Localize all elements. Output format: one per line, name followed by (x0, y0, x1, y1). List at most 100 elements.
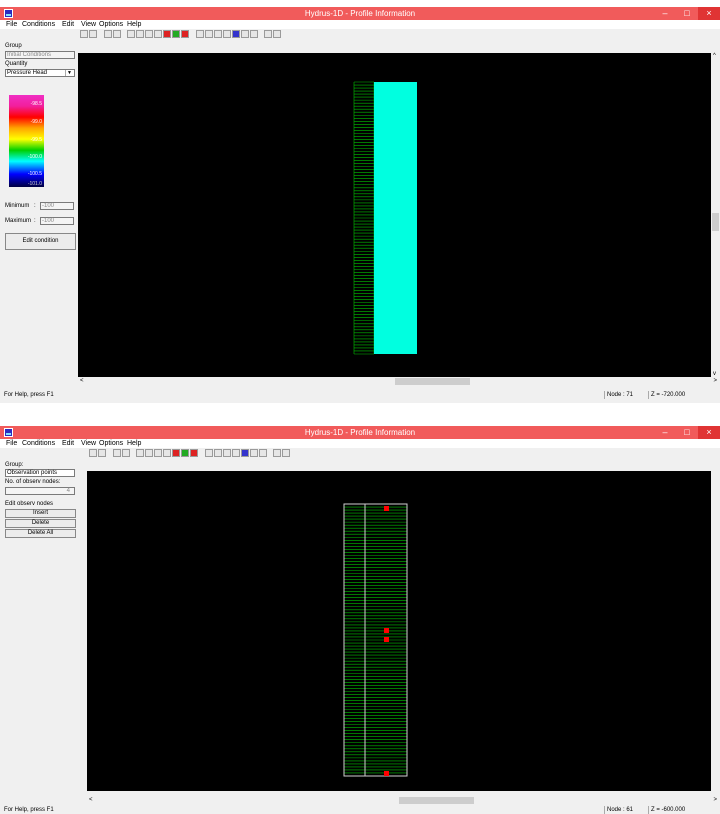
pencil-icon[interactable] (250, 449, 258, 457)
minimum-field[interactable]: -100 (40, 202, 74, 210)
vertical-scrollbar[interactable]: ^ v (711, 53, 720, 377)
mesh-grid (353, 81, 375, 355)
material-icon[interactable] (136, 30, 144, 38)
table-icon[interactable] (113, 30, 121, 38)
scroll-left-icon[interactable]: < (80, 377, 84, 386)
group-field[interactable]: Observation points (5, 469, 75, 477)
group-field[interactable]: Initial Conditions (5, 51, 75, 59)
profile-canvas[interactable] (87, 471, 711, 791)
minimize-button[interactable]: – (654, 426, 676, 439)
menu-edit[interactable]: Edit (62, 439, 74, 448)
menu-file[interactable]: File (6, 439, 17, 448)
scroll-right-icon[interactable]: > (713, 796, 717, 805)
hscroll-thumb[interactable] (399, 797, 474, 804)
grid-icon[interactable] (104, 30, 112, 38)
vscroll-thumb[interactable] (712, 213, 719, 231)
status-bar: For Help, press F1 Node : 61 Z = -600.00… (0, 806, 720, 814)
save-icon[interactable] (89, 30, 97, 38)
status-help: For Help, press F1 (4, 807, 54, 813)
horizontal-scrollbar[interactable]: < > (87, 796, 720, 805)
whats-this-icon[interactable] (273, 30, 281, 38)
zoom-in-icon[interactable] (223, 449, 231, 457)
hint-icon[interactable] (264, 30, 272, 38)
observ-count-label: No. of observ nodes: (5, 479, 61, 485)
insert-button[interactable]: Insert (5, 509, 76, 518)
print-icon[interactable] (89, 449, 97, 457)
profile-icon[interactable] (136, 449, 144, 457)
menu-options[interactable]: Options (99, 439, 123, 448)
menu-options[interactable]: Options (99, 20, 123, 29)
observation-point[interactable] (384, 506, 389, 511)
scale-icon[interactable] (163, 449, 171, 457)
fit-icon[interactable] (196, 30, 204, 38)
chevron-down-icon[interactable]: ▼ (65, 70, 73, 76)
menu-conditions[interactable]: Conditions (22, 439, 55, 448)
maximize-button[interactable]: □ (676, 426, 698, 439)
observation-icon[interactable] (172, 30, 180, 38)
observation-point[interactable] (384, 628, 389, 633)
maximize-button[interactable]: □ (676, 7, 698, 20)
zoom-out-icon[interactable] (232, 449, 240, 457)
scroll-right-icon[interactable]: > (713, 377, 717, 386)
observation-icon[interactable] (181, 449, 189, 457)
zoom-all-icon[interactable] (241, 449, 249, 457)
scroll-left-icon[interactable]: < (89, 796, 93, 805)
whats-this-icon[interactable] (282, 449, 290, 457)
edit-condition-button[interactable]: Edit condition (5, 233, 76, 250)
pressure-icon[interactable] (163, 30, 171, 38)
menu-edit[interactable]: Edit (62, 20, 74, 29)
zoom-all-icon[interactable] (232, 30, 240, 38)
window-icon[interactable] (250, 30, 258, 38)
zoom-out-icon[interactable] (223, 30, 231, 38)
profile-icon[interactable] (127, 30, 135, 38)
zoom-in-icon[interactable] (214, 30, 222, 38)
root-icon[interactable] (145, 30, 153, 38)
hscroll-thumb[interactable] (395, 378, 470, 385)
pencil-icon[interactable] (241, 30, 249, 38)
menu-view[interactable]: View (81, 439, 96, 448)
save-icon[interactable] (98, 449, 106, 457)
pressure-icon[interactable] (172, 449, 180, 457)
menu-help[interactable]: Help (127, 20, 141, 29)
horizontal-scrollbar[interactable]: < > (78, 377, 720, 386)
status-z: Z = -600.000 (648, 806, 718, 814)
grid-icon[interactable] (113, 449, 121, 457)
fit-icon[interactable] (205, 449, 213, 457)
observ-count-field[interactable]: 4 (5, 487, 75, 495)
close-button[interactable]: × (698, 7, 720, 20)
root-icon[interactable] (154, 449, 162, 457)
scale-icon[interactable] (154, 30, 162, 38)
vertical-scrollbar[interactable] (711, 471, 720, 791)
title-bar: Hydrus-1D - Profile Information – □ × (0, 426, 720, 439)
delete-all-button[interactable]: Delete All (5, 529, 76, 538)
grid-points-icon[interactable] (205, 30, 213, 38)
edit-observ-label: Edit observ nodes (5, 501, 54, 507)
delete-button[interactable]: Delete (5, 519, 76, 528)
observation-point[interactable] (384, 637, 389, 642)
maximum-field[interactable]: -100 (40, 217, 74, 225)
title-bar: Hydrus-1D - Profile Information – □ × (0, 7, 720, 20)
material-icon[interactable] (145, 449, 153, 457)
boundary-icon[interactable] (190, 449, 198, 457)
close-button[interactable]: × (698, 426, 720, 439)
menu-help[interactable]: Help (127, 439, 141, 448)
quantity-select[interactable]: Pressure Head ▼ (5, 69, 75, 77)
profile-column[interactable] (374, 82, 417, 354)
menu-view[interactable]: View (81, 20, 96, 29)
maximum-sep: : (34, 218, 36, 224)
observation-point[interactable] (384, 771, 389, 776)
legend-value: -100.5 (27, 171, 42, 177)
scroll-up-icon[interactable]: ^ (713, 53, 716, 59)
print-icon[interactable] (80, 30, 88, 38)
menu-conditions[interactable]: Conditions (22, 20, 55, 29)
boundary-icon[interactable] (181, 30, 189, 38)
profile-drawing (353, 81, 417, 355)
menu-file[interactable]: File (6, 20, 17, 29)
grid-points-icon[interactable] (214, 449, 222, 457)
minimize-button[interactable]: – (654, 7, 676, 20)
hint-icon[interactable] (273, 449, 281, 457)
table-icon[interactable] (122, 449, 130, 457)
window-title: Hydrus-1D - Profile Information (304, 9, 416, 18)
window-icon[interactable] (259, 449, 267, 457)
profile-canvas[interactable] (78, 53, 711, 377)
